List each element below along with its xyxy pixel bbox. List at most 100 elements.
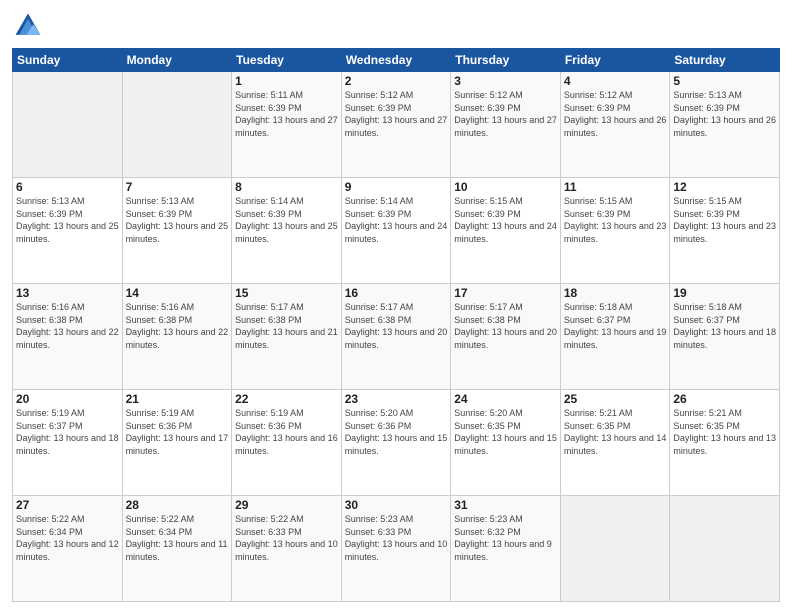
day-info: Sunrise: 5:18 AM Sunset: 6:37 PM Dayligh…: [673, 301, 776, 351]
calendar-cell: 28Sunrise: 5:22 AM Sunset: 6:34 PM Dayli…: [122, 496, 232, 602]
day-info: Sunrise: 5:23 AM Sunset: 6:33 PM Dayligh…: [345, 513, 448, 563]
day-number: 17: [454, 286, 557, 300]
calendar-cell: 31Sunrise: 5:23 AM Sunset: 6:32 PM Dayli…: [451, 496, 561, 602]
day-info: Sunrise: 5:22 AM Sunset: 6:34 PM Dayligh…: [126, 513, 229, 563]
calendar-cell: 5Sunrise: 5:13 AM Sunset: 6:39 PM Daylig…: [670, 72, 780, 178]
calendar-cell: 20Sunrise: 5:19 AM Sunset: 6:37 PM Dayli…: [13, 390, 123, 496]
calendar-cell: 22Sunrise: 5:19 AM Sunset: 6:36 PM Dayli…: [232, 390, 342, 496]
calendar-cell: 3Sunrise: 5:12 AM Sunset: 6:39 PM Daylig…: [451, 72, 561, 178]
calendar-cell: 14Sunrise: 5:16 AM Sunset: 6:38 PM Dayli…: [122, 284, 232, 390]
calendar-cell: [670, 496, 780, 602]
day-info: Sunrise: 5:12 AM Sunset: 6:39 PM Dayligh…: [345, 89, 448, 139]
day-info: Sunrise: 5:17 AM Sunset: 6:38 PM Dayligh…: [345, 301, 448, 351]
calendar-table: SundayMondayTuesdayWednesdayThursdayFrid…: [12, 48, 780, 602]
day-info: Sunrise: 5:22 AM Sunset: 6:34 PM Dayligh…: [16, 513, 119, 563]
header: [12, 10, 780, 42]
day-info: Sunrise: 5:20 AM Sunset: 6:35 PM Dayligh…: [454, 407, 557, 457]
calendar-cell: 8Sunrise: 5:14 AM Sunset: 6:39 PM Daylig…: [232, 178, 342, 284]
day-number: 9: [345, 180, 448, 194]
calendar-cell: 11Sunrise: 5:15 AM Sunset: 6:39 PM Dayli…: [560, 178, 670, 284]
day-number: 10: [454, 180, 557, 194]
weekday-sunday: Sunday: [13, 49, 123, 72]
day-info: Sunrise: 5:11 AM Sunset: 6:39 PM Dayligh…: [235, 89, 338, 139]
day-number: 15: [235, 286, 338, 300]
calendar-cell: [13, 72, 123, 178]
week-row-4: 20Sunrise: 5:19 AM Sunset: 6:37 PM Dayli…: [13, 390, 780, 496]
day-info: Sunrise: 5:12 AM Sunset: 6:39 PM Dayligh…: [454, 89, 557, 139]
day-number: 30: [345, 498, 448, 512]
day-number: 23: [345, 392, 448, 406]
calendar-cell: 21Sunrise: 5:19 AM Sunset: 6:36 PM Dayli…: [122, 390, 232, 496]
day-number: 14: [126, 286, 229, 300]
weekday-wednesday: Wednesday: [341, 49, 451, 72]
day-number: 3: [454, 74, 557, 88]
day-number: 8: [235, 180, 338, 194]
weekday-monday: Monday: [122, 49, 232, 72]
day-info: Sunrise: 5:16 AM Sunset: 6:38 PM Dayligh…: [16, 301, 119, 351]
day-info: Sunrise: 5:21 AM Sunset: 6:35 PM Dayligh…: [564, 407, 667, 457]
day-number: 18: [564, 286, 667, 300]
day-info: Sunrise: 5:15 AM Sunset: 6:39 PM Dayligh…: [673, 195, 776, 245]
day-info: Sunrise: 5:19 AM Sunset: 6:36 PM Dayligh…: [126, 407, 229, 457]
calendar-cell: 9Sunrise: 5:14 AM Sunset: 6:39 PM Daylig…: [341, 178, 451, 284]
day-number: 28: [126, 498, 229, 512]
day-number: 11: [564, 180, 667, 194]
day-info: Sunrise: 5:18 AM Sunset: 6:37 PM Dayligh…: [564, 301, 667, 351]
calendar-cell: 18Sunrise: 5:18 AM Sunset: 6:37 PM Dayli…: [560, 284, 670, 390]
day-info: Sunrise: 5:19 AM Sunset: 6:37 PM Dayligh…: [16, 407, 119, 457]
day-number: 6: [16, 180, 119, 194]
week-row-5: 27Sunrise: 5:22 AM Sunset: 6:34 PM Dayli…: [13, 496, 780, 602]
day-info: Sunrise: 5:13 AM Sunset: 6:39 PM Dayligh…: [673, 89, 776, 139]
day-number: 2: [345, 74, 448, 88]
day-number: 29: [235, 498, 338, 512]
day-number: 24: [454, 392, 557, 406]
week-row-1: 1Sunrise: 5:11 AM Sunset: 6:39 PM Daylig…: [13, 72, 780, 178]
day-info: Sunrise: 5:17 AM Sunset: 6:38 PM Dayligh…: [454, 301, 557, 351]
day-number: 1: [235, 74, 338, 88]
calendar-cell: 29Sunrise: 5:22 AM Sunset: 6:33 PM Dayli…: [232, 496, 342, 602]
day-number: 12: [673, 180, 776, 194]
day-info: Sunrise: 5:22 AM Sunset: 6:33 PM Dayligh…: [235, 513, 338, 563]
day-number: 25: [564, 392, 667, 406]
day-number: 16: [345, 286, 448, 300]
day-number: 27: [16, 498, 119, 512]
day-info: Sunrise: 5:23 AM Sunset: 6:32 PM Dayligh…: [454, 513, 557, 563]
day-info: Sunrise: 5:20 AM Sunset: 6:36 PM Dayligh…: [345, 407, 448, 457]
calendar-cell: 13Sunrise: 5:16 AM Sunset: 6:38 PM Dayli…: [13, 284, 123, 390]
calendar-cell: 26Sunrise: 5:21 AM Sunset: 6:35 PM Dayli…: [670, 390, 780, 496]
day-number: 13: [16, 286, 119, 300]
weekday-header-row: SundayMondayTuesdayWednesdayThursdayFrid…: [13, 49, 780, 72]
calendar-cell: 24Sunrise: 5:20 AM Sunset: 6:35 PM Dayli…: [451, 390, 561, 496]
weekday-thursday: Thursday: [451, 49, 561, 72]
day-info: Sunrise: 5:17 AM Sunset: 6:38 PM Dayligh…: [235, 301, 338, 351]
day-info: Sunrise: 5:14 AM Sunset: 6:39 PM Dayligh…: [235, 195, 338, 245]
day-info: Sunrise: 5:14 AM Sunset: 6:39 PM Dayligh…: [345, 195, 448, 245]
day-number: 4: [564, 74, 667, 88]
calendar-cell: 17Sunrise: 5:17 AM Sunset: 6:38 PM Dayli…: [451, 284, 561, 390]
calendar-cell: 7Sunrise: 5:13 AM Sunset: 6:39 PM Daylig…: [122, 178, 232, 284]
day-info: Sunrise: 5:16 AM Sunset: 6:38 PM Dayligh…: [126, 301, 229, 351]
day-info: Sunrise: 5:15 AM Sunset: 6:39 PM Dayligh…: [564, 195, 667, 245]
day-info: Sunrise: 5:13 AM Sunset: 6:39 PM Dayligh…: [126, 195, 229, 245]
logo-icon: [12, 10, 44, 42]
calendar-cell: 27Sunrise: 5:22 AM Sunset: 6:34 PM Dayli…: [13, 496, 123, 602]
day-number: 22: [235, 392, 338, 406]
weekday-friday: Friday: [560, 49, 670, 72]
calendar-cell: 23Sunrise: 5:20 AM Sunset: 6:36 PM Dayli…: [341, 390, 451, 496]
day-number: 31: [454, 498, 557, 512]
day-info: Sunrise: 5:21 AM Sunset: 6:35 PM Dayligh…: [673, 407, 776, 457]
week-row-2: 6 Sunrise: 5:13 AM Sunset: 6:39 PM Daylig…: [13, 178, 780, 284]
day-info: Sunrise: 5:19 AM Sunset: 6:36 PM Dayligh…: [235, 407, 338, 457]
day-number: 26: [673, 392, 776, 406]
day-number: 19: [673, 286, 776, 300]
calendar-cell: 6Sunrise: 5:13 AM Sunset: 6:39 PM Daylig…: [13, 178, 123, 284]
calendar-cell: 15Sunrise: 5:17 AM Sunset: 6:38 PM Dayli…: [232, 284, 342, 390]
week-row-3: 13Sunrise: 5:16 AM Sunset: 6:38 PM Dayli…: [13, 284, 780, 390]
weekday-tuesday: Tuesday: [232, 49, 342, 72]
calendar-cell: 10Sunrise: 5:15 AM Sunset: 6:39 PM Dayli…: [451, 178, 561, 284]
calendar-cell: [560, 496, 670, 602]
calendar-cell: 4Sunrise: 5:12 AM Sunset: 6:39 PM Daylig…: [560, 72, 670, 178]
calendar-cell: [122, 72, 232, 178]
calendar-cell: 1Sunrise: 5:11 AM Sunset: 6:39 PM Daylig…: [232, 72, 342, 178]
page: SundayMondayTuesdayWednesdayThursdayFrid…: [0, 0, 792, 612]
